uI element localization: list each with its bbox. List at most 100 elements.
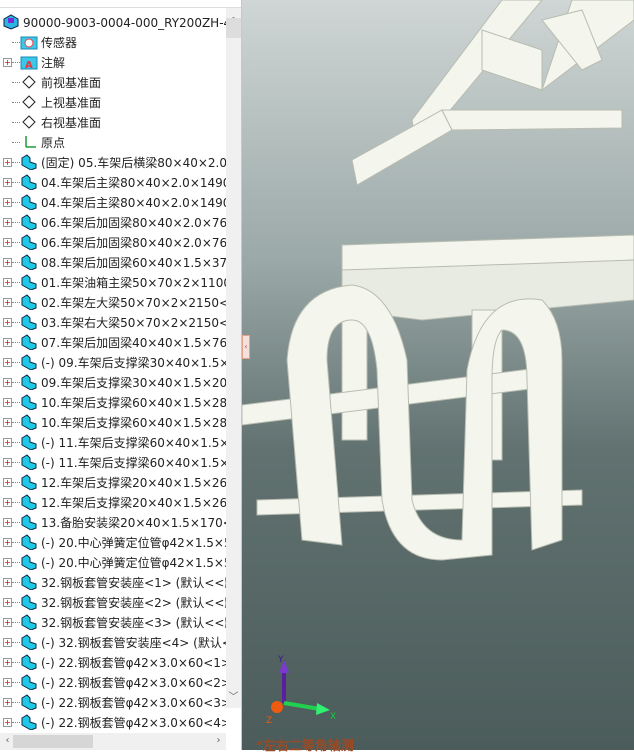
- tree-item[interactable]: +10.车架后支撑梁60×40×1.5×280<: [0, 392, 226, 412]
- tree-item[interactable]: + (-) 22.钢板套管φ42×3.0×60<2> (: [0, 672, 226, 692]
- tree-item[interactable]: +03.车架右大梁50×70×2×2150<1:: [0, 312, 226, 332]
- expand-icon[interactable]: +: [3, 237, 12, 247]
- expand-icon[interactable]: +: [3, 617, 12, 627]
- tree-item-label: (-) 22.钢板套管φ42×3.0×60<3> (: [41, 695, 226, 710]
- expand-icon[interactable]: +: [3, 297, 12, 307]
- tree-item[interactable]: + A 注解: [0, 52, 226, 72]
- tree-item[interactable]: + (固定) 05.车架后横梁80×40×2.0×: [0, 152, 226, 172]
- tree-connector: [12, 441, 20, 443]
- part-icon: [20, 334, 38, 350]
- tree-item[interactable]: + (-) 11.车架后支撑梁60×40×1.5×1: [0, 452, 226, 472]
- tree-item[interactable]: +07.车架后加固梁40×40×1.5×760<: [0, 332, 226, 352]
- expand-icon[interactable]: +: [3, 177, 12, 187]
- tree-item[interactable]: + (-) 22.钢板套管φ42×3.0×60<3> (: [0, 692, 226, 712]
- tree-vertical-scrollbar[interactable]: ︿ ﹀: [226, 8, 241, 708]
- tree-item[interactable]: + (-) 09.车架后支撑梁30×40×1.5×2: [0, 352, 226, 372]
- tree-item[interactable]: 前视基准面: [0, 72, 226, 92]
- tree-item-label: (-) 09.车架后支撑梁30×40×1.5×2: [41, 355, 226, 370]
- tree-connector: [12, 321, 20, 323]
- tree-item-label: (-) 20.中心弹簧定位管φ42×1.5×5(: [41, 535, 226, 550]
- expand-icon[interactable]: +: [3, 597, 12, 607]
- tree-item[interactable]: +32.钢板套管安装座<1> (默认<<默: [0, 572, 226, 592]
- expand-icon[interactable]: +: [3, 197, 12, 207]
- sensor-folder-icon: [20, 34, 38, 50]
- tree-item-label: (-) 22.钢板套管φ42×3.0×60<1> (: [41, 655, 226, 670]
- tree-item[interactable]: 传感器: [0, 32, 226, 52]
- tree-item[interactable]: +13.备胎安装梁20×40×1.5×170<1: [0, 512, 226, 532]
- tree-item-label: (-) 11.车架后支撑梁60×40×1.5×1: [41, 455, 226, 470]
- expand-icon[interactable]: +: [3, 717, 12, 727]
- tree-item[interactable]: 右视基准面: [0, 112, 226, 132]
- expand-icon[interactable]: +: [3, 677, 12, 687]
- expand-icon[interactable]: +: [3, 337, 12, 347]
- expand-icon[interactable]: +: [3, 317, 12, 327]
- tree-connector: [12, 641, 20, 643]
- tree-item-label: 13.备胎安装梁20×40×1.5×170<1: [41, 515, 226, 530]
- tree-item[interactable]: +32.钢板套管安装座<3> (默认<<默: [0, 612, 226, 632]
- tree-item-label: 09.车架后支撑梁30×40×1.5×208<: [41, 375, 226, 390]
- expand-icon[interactable]: +: [3, 217, 12, 227]
- expand-icon[interactable]: +: [3, 377, 12, 387]
- expand-icon[interactable]: +: [3, 257, 12, 267]
- tree-item[interactable]: 原点: [0, 132, 226, 152]
- expand-icon[interactable]: +: [3, 497, 12, 507]
- tree-item[interactable]: +06.车架后加固梁80×40×2.0×760<: [0, 212, 226, 232]
- expand-icon[interactable]: +: [3, 397, 12, 407]
- panel-collapse-handle[interactable]: ‹: [242, 335, 250, 359]
- plane-icon: [20, 74, 38, 90]
- tree-item[interactable]: +10.车架后支撑梁60×40×1.5×280<: [0, 412, 226, 432]
- expand-icon[interactable]: +: [3, 357, 12, 367]
- expand-icon[interactable]: +: [3, 277, 12, 287]
- expand-icon[interactable]: +: [3, 657, 12, 667]
- scroll-right-icon[interactable]: ›: [211, 735, 226, 746]
- expand-icon[interactable]: +: [3, 157, 12, 167]
- scroll-down-icon[interactable]: ﹀: [226, 688, 241, 703]
- expand-icon[interactable]: +: [3, 417, 12, 427]
- tree-item[interactable]: + (-) 20.中心弹簧定位管φ42×1.5×5(: [0, 552, 226, 572]
- tree-item-label: 32.钢板套管安装座<2> (默认<<默: [41, 595, 226, 610]
- tree-hscroll-thumb[interactable]: [13, 735, 93, 748]
- tree-item[interactable]: + (-) 20.中心弹簧定位管φ42×1.5×5(: [0, 532, 226, 552]
- tree-scroll-thumb[interactable]: [226, 18, 241, 38]
- tree-connector: [12, 561, 20, 563]
- tree-item[interactable]: +04.车架后主梁80×40×2.0×1490<: [0, 172, 226, 192]
- tree-item-label: (-) 20.中心弹簧定位管φ42×1.5×5(: [41, 555, 226, 570]
- tree-item[interactable]: + (-) 22.钢板套管φ42×3.0×60<1> (: [0, 652, 226, 672]
- expand-icon[interactable]: +: [3, 477, 12, 487]
- expand-icon[interactable]: +: [3, 577, 12, 587]
- part-icon: [20, 614, 38, 630]
- tree-item-label: (-) 32.钢板套管安装座<4> (默认<: [41, 635, 226, 650]
- tree-item-label: 12.车架后支撑梁20×40×1.5×260<: [41, 495, 226, 510]
- tree-item[interactable]: +12.车架后支撑梁20×40×1.5×260<: [0, 472, 226, 492]
- tree-item[interactable]: +06.车架后加固梁80×40×2.0×760<: [0, 232, 226, 252]
- expand-icon[interactable]: +: [3, 57, 12, 67]
- tree-item[interactable]: +01.车架油箱主梁50×70×2×1100<: [0, 272, 226, 292]
- part-icon: [20, 354, 38, 370]
- tree-item[interactable]: +12.车架后支撑梁20×40×1.5×260<: [0, 492, 226, 512]
- tree-horizontal-scrollbar[interactable]: ‹ ›: [0, 733, 226, 750]
- expand-icon[interactable]: +: [3, 537, 12, 547]
- expand-icon[interactable]: +: [3, 437, 12, 447]
- tree-root-assembly[interactable]: 90000-9003-0004-000_RY200ZH-4大: [0, 12, 226, 32]
- part-icon: [20, 394, 38, 410]
- tree-item[interactable]: 上视基准面: [0, 92, 226, 112]
- tree-connector: [12, 401, 20, 403]
- expand-icon[interactable]: +: [3, 697, 12, 707]
- expand-icon[interactable]: +: [3, 557, 12, 567]
- tree-item[interactable]: + (-) 11.车架后支撑梁60×40×1.5×1: [0, 432, 226, 452]
- part-icon: [20, 534, 38, 550]
- tree-item[interactable]: +04.车架后主梁80×40×2.0×1490<: [0, 192, 226, 212]
- expand-icon[interactable]: +: [3, 517, 12, 527]
- tree-item[interactable]: +08.车架后加固梁60×40×1.5×375<: [0, 252, 226, 272]
- tree-item[interactable]: + (-) 22.钢板套管φ42×3.0×60<4> (: [0, 712, 226, 732]
- tree-connector: [12, 721, 20, 723]
- tree-connector: [12, 61, 20, 63]
- tree-item[interactable]: +02.车架左大梁50×70×2×2150<1:: [0, 292, 226, 312]
- expand-icon[interactable]: +: [3, 637, 12, 647]
- graphics-viewport[interactable]: Y X Z: [241, 0, 634, 750]
- tree-item[interactable]: +32.钢板套管安装座<2> (默认<<默: [0, 592, 226, 612]
- expand-icon[interactable]: +: [3, 457, 12, 467]
- tree-item[interactable]: + (-) 32.钢板套管安装座<4> (默认<: [0, 632, 226, 652]
- axis-triad-icon: Y X Z: [266, 655, 336, 725]
- tree-item[interactable]: +09.车架后支撑梁30×40×1.5×208<: [0, 372, 226, 392]
